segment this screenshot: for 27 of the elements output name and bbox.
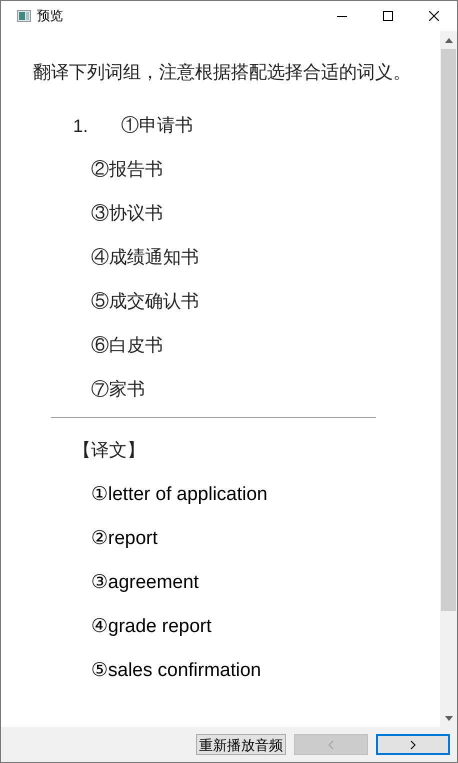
- translation-item: ②report: [91, 528, 158, 549]
- word-item: ⑥白皮书: [91, 335, 163, 357]
- translation-heading: 【译文】: [73, 440, 145, 462]
- translation-item: ③agreement: [91, 572, 199, 593]
- instruction-text: 翻译下列词组，注意根据搭配选择合适的词义。: [33, 61, 412, 84]
- word-item: ⑦家书: [91, 379, 145, 401]
- maximize-icon: [383, 11, 393, 21]
- next-button[interactable]: [376, 734, 450, 755]
- chevron-left-icon: [328, 740, 334, 750]
- replay-audio-button[interactable]: 重新播放音频: [196, 734, 286, 755]
- translation-item: ⑤sales confirmation: [91, 660, 262, 681]
- translation-item: ④grade report: [91, 616, 212, 637]
- word-item: ①申请书: [121, 115, 193, 137]
- window-title: 预览: [37, 7, 63, 26]
- scroll-down-icon: [444, 716, 452, 721]
- chevron-right-icon: [410, 740, 416, 750]
- app-icon: [17, 10, 31, 22]
- word-item: ②报告书: [91, 159, 163, 181]
- scrollbar[interactable]: [440, 31, 457, 727]
- translation-item: ①letter of application: [91, 484, 268, 505]
- word-item: ③协议书: [91, 203, 163, 225]
- question-number: 1.: [73, 115, 90, 137]
- scroll-up-icon: [444, 38, 452, 43]
- close-icon: [429, 11, 439, 21]
- word-item: ⑤成交确认书: [91, 291, 199, 313]
- word-item: ④成绩通知书: [91, 247, 199, 269]
- scrollbar-thumb[interactable]: [441, 49, 456, 611]
